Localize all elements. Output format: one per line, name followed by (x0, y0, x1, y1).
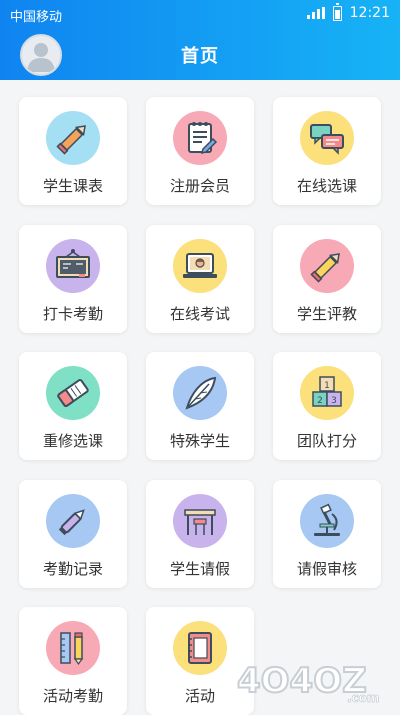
svg-text:1: 1 (324, 381, 330, 391)
menu-item-register-member[interactable]: 注册会员 (146, 97, 254, 205)
menu-item-label: 考勤记录 (42, 560, 103, 578)
svg-text:2: 2 (317, 396, 323, 406)
svg-text:3: 3 (331, 396, 337, 406)
battery-icon (332, 2, 342, 21)
menu-item-retake-course-selection[interactable]: 重修选课 (19, 352, 127, 460)
microscope-icon (300, 494, 354, 548)
menu-item-leave-approval[interactable]: 请假审核 (273, 480, 381, 588)
menu-item-label: 学生请假 (169, 560, 230, 578)
menu-item-label: 学生评教 (296, 305, 357, 323)
pen-icon (46, 494, 100, 548)
menu-item-attendance-records[interactable]: 考勤记录 (19, 480, 127, 588)
status-indicators: 12:21 (306, 2, 390, 21)
pencil-icon (46, 111, 100, 165)
laptop-icon (173, 239, 227, 293)
ruler-icon (46, 621, 100, 675)
menu-item-label: 打卡考勤 (42, 305, 103, 323)
menu-item-label: 在线考试 (169, 305, 230, 323)
pencil-icon (300, 239, 354, 293)
notebook-icon (173, 621, 227, 675)
menu-item-online-exam[interactable]: 在线考试 (146, 225, 254, 333)
menu-item-team-scoring[interactable]: 1 2 3 团队打分 (273, 352, 381, 460)
carrier-name: 中国移动 (10, 10, 63, 25)
site-watermark-logo: 4O4OZ .com (235, 656, 390, 705)
menu-item-student-schedule[interactable]: 学生课表 (19, 97, 127, 205)
menu-item-special-students[interactable]: 特殊学生 (146, 352, 254, 460)
status-bar: 中国移动 12:21 (0, 0, 400, 28)
desk-icon (173, 494, 227, 548)
blackboard-icon (46, 239, 100, 293)
menu-item-label: 注册会员 (169, 177, 230, 195)
clock-time: 12:21 (349, 5, 390, 21)
menu-item-clock-in-attendance[interactable]: 打卡考勤 (19, 225, 127, 333)
menu-item-label: 请假审核 (296, 560, 357, 578)
menu-item-student-leave[interactable]: 学生请假 (146, 480, 254, 588)
signal-icon (306, 7, 325, 19)
svg-text:.com: .com (347, 691, 379, 704)
notepad-icon (173, 111, 227, 165)
feather-icon (173, 366, 227, 420)
menu-item-label: 在线选课 (296, 177, 357, 195)
page-title: 首页 (181, 46, 219, 67)
menu-item-label: 活动考勤 (42, 687, 103, 705)
app-header: 中国移动 12:21 首页 (0, 0, 400, 80)
number-blocks-icon: 1 2 3 (300, 366, 354, 420)
chat-bubbles-icon (300, 111, 354, 165)
eraser-icon (46, 366, 100, 420)
menu-item-label: 特殊学生 (169, 432, 230, 450)
menu-item-activity-attendance[interactable]: 活动考勤 (19, 607, 127, 715)
menu-item-online-course-selection[interactable]: 在线选课 (273, 97, 381, 205)
menu-item-label: 团队打分 (296, 432, 357, 450)
menu-item-student-evaluation[interactable]: 学生评教 (273, 225, 381, 333)
menu-item-label: 学生课表 (42, 177, 103, 195)
menu-item-label: 重修选课 (42, 432, 103, 450)
